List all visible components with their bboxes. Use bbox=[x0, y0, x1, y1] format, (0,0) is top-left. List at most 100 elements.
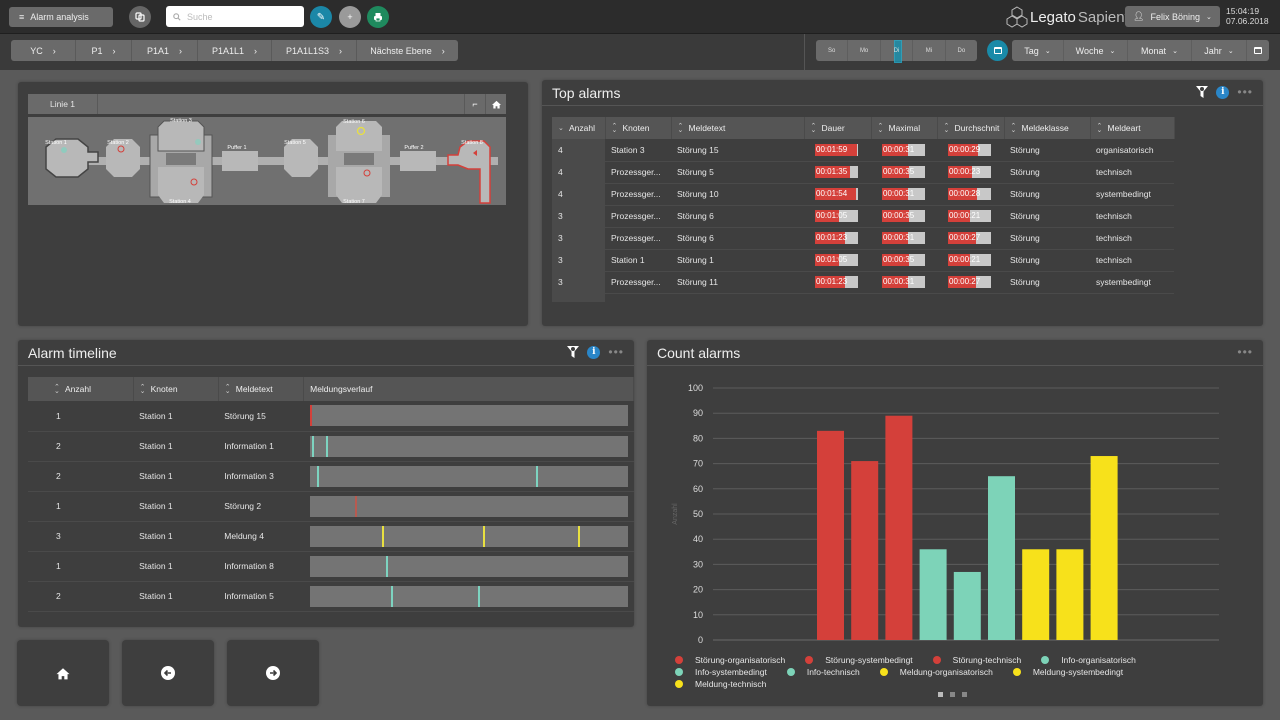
breadcrumb-item[interactable]: P1A1L1 › bbox=[198, 40, 272, 61]
timeline-event-marker[interactable] bbox=[326, 435, 329, 457]
column-header[interactable]: ⌃ ⌄ Meldeart bbox=[1090, 117, 1175, 139]
bar-störung-systembedingt[interactable] bbox=[851, 461, 879, 640]
timeline-event-marker[interactable] bbox=[577, 525, 580, 547]
bar-info-technisch[interactable] bbox=[988, 476, 1015, 640]
more-options-icon[interactable]: ••• bbox=[608, 345, 624, 359]
day-item-selected[interactable]: Di bbox=[881, 40, 914, 63]
period-calendar-button[interactable] bbox=[1247, 40, 1269, 61]
breadcrumb-next-level[interactable]: Nächste Ebene › bbox=[357, 40, 458, 61]
period-year-dropdown[interactable]: Jahr ⌄ bbox=[1192, 40, 1247, 61]
app-menu-button[interactable]: ≡ Alarm analysis bbox=[9, 7, 113, 27]
bar-info-systembedingt[interactable] bbox=[953, 571, 981, 640]
table-row[interactable]: 1 Station 1 Information 8 bbox=[28, 551, 634, 582]
period-day-dropdown[interactable]: Tag ⌄ bbox=[1012, 40, 1064, 61]
table-row[interactable]: 2 Station 1 Information 3 bbox=[28, 461, 634, 492]
pager-dot[interactable] bbox=[938, 692, 943, 697]
timeline-event-marker[interactable] bbox=[385, 555, 388, 577]
buffer-2[interactable] bbox=[400, 151, 436, 171]
edit-button[interactable]: ✎ bbox=[310, 6, 332, 28]
column-header[interactable]: ⌃ ⌄ Maximal bbox=[871, 117, 938, 139]
column-header[interactable]: ⌃ ⌄ Knoten bbox=[605, 117, 672, 139]
search-field[interactable] bbox=[166, 6, 304, 27]
legend-item[interactable]: Meldung-technisch bbox=[675, 678, 766, 689]
column-header[interactable]: ⌃ ⌄ Meldetext bbox=[218, 377, 305, 401]
timeline-event-marker[interactable] bbox=[355, 495, 358, 517]
print-button[interactable] bbox=[367, 6, 389, 28]
table-row[interactable]: 3 Prozessger... Störung 6 00:01:05 00:00:35 0… bbox=[552, 205, 1174, 228]
table-row[interactable]: 2 Station 1 Information 5 bbox=[28, 581, 634, 612]
legend-item[interactable]: Info-organisatorisch bbox=[1041, 654, 1136, 665]
period-week-dropdown[interactable]: Woche ⌄ bbox=[1064, 40, 1128, 61]
table-row[interactable]: 1 Station 1 Störung 2 bbox=[28, 491, 634, 522]
legend-item[interactable]: Meldung-organisatorisch bbox=[879, 666, 993, 677]
timeline-event-marker[interactable] bbox=[310, 405, 313, 427]
bar-meldung-systembedingt[interactable] bbox=[1056, 549, 1084, 640]
column-header[interactable]: ⌃ ⌄ Dauer bbox=[804, 117, 872, 139]
table-row[interactable]: 2 Station 1 Information 1 bbox=[28, 431, 634, 462]
table-row[interactable]: 3 Prozessger... Störung 11 00:01:23 00:00:31… bbox=[552, 271, 1174, 294]
info-icon[interactable]: i bbox=[587, 345, 601, 359]
info-icon[interactable]: i bbox=[1216, 85, 1230, 99]
pager-dot[interactable] bbox=[962, 692, 967, 697]
timeline-event-marker[interactable] bbox=[382, 525, 385, 547]
column-header[interactable]: ⌃ ⌄ Durchschnit bbox=[937, 117, 1005, 139]
timeline-event-marker[interactable] bbox=[316, 465, 319, 487]
calendar-button[interactable] bbox=[987, 40, 1008, 61]
timeline-event-marker[interactable] bbox=[535, 465, 538, 487]
legend-item[interactable]: Störung-technisch bbox=[932, 654, 1021, 665]
bar-meldung-organisatorisch[interactable] bbox=[1022, 549, 1050, 640]
column-header[interactable]: ⌄ Anzahl bbox=[552, 117, 606, 139]
day-item[interactable]: Do bbox=[946, 40, 977, 61]
bar-störung-organisatorisch[interactable] bbox=[817, 430, 844, 640]
legend-item[interactable]: Störung-organisatorisch bbox=[675, 654, 785, 665]
breadcrumb-item[interactable]: YC › bbox=[11, 40, 76, 61]
day-item[interactable]: So bbox=[816, 40, 849, 61]
buffer-1[interactable] bbox=[222, 151, 258, 171]
table-row[interactable]: 4 Prozessger... Störung 10 00:01:54 00:00:31… bbox=[552, 183, 1174, 206]
timeline-event-marker[interactable] bbox=[312, 435, 315, 457]
legend-item[interactable]: Info-systembedingt bbox=[675, 666, 767, 677]
line-tab[interactable]: Linie 1 bbox=[28, 94, 98, 114]
back-button[interactable]: ⌐ bbox=[464, 94, 485, 114]
previous-tile-button[interactable] bbox=[122, 640, 214, 706]
breadcrumb-item[interactable]: P1A1 › bbox=[132, 40, 198, 61]
timeline-event-marker[interactable] bbox=[478, 585, 481, 607]
column-header[interactable]: ⌃ ⌄ Knoten bbox=[133, 377, 219, 401]
day-item[interactable]: Mo bbox=[848, 40, 881, 61]
column-header[interactable]: ⌃ ⌄ Meldeklasse bbox=[1004, 117, 1091, 139]
table-row[interactable]: 4 Station 3 Störung 15 00:01:59 00:00:31 00:0… bbox=[552, 139, 1174, 162]
timeline-event-marker[interactable] bbox=[482, 525, 485, 547]
filter-icon[interactable] bbox=[567, 345, 580, 359]
day-item[interactable]: Mi bbox=[913, 40, 946, 61]
copy-button[interactable] bbox=[129, 6, 151, 28]
more-options-icon[interactable]: ••• bbox=[1237, 85, 1253, 99]
legend-item[interactable]: Störung-systembedingt bbox=[805, 654, 913, 665]
column-header[interactable]: ⌃ ⌄ Anzahl bbox=[28, 377, 134, 401]
station-3-4-group[interactable] bbox=[149, 120, 213, 203]
next-tile-button[interactable] bbox=[227, 640, 319, 706]
add-button[interactable]: + bbox=[339, 6, 361, 28]
home-tile-button[interactable] bbox=[17, 640, 109, 706]
table-row[interactable]: 3 Station 1 Störung 1 00:01:05 00:00:35 00:00… bbox=[552, 249, 1174, 272]
breadcrumb-item[interactable]: P1A1L1S3 › bbox=[272, 40, 357, 61]
legend-item[interactable]: Info-technisch bbox=[786, 666, 860, 677]
station-8[interactable] bbox=[447, 140, 491, 204]
table-row[interactable]: 3 Prozessger... Störung 6 00:01:23 00:00:31 0… bbox=[552, 227, 1174, 250]
pager-dot[interactable] bbox=[950, 692, 955, 697]
bar-störung-technisch[interactable] bbox=[885, 415, 913, 640]
bar-meldung-technisch[interactable] bbox=[1090, 456, 1118, 640]
more-options-icon[interactable]: ••• bbox=[1237, 345, 1253, 359]
column-header[interactable]: ⌃ ⌄ Meldetext bbox=[671, 117, 805, 139]
breadcrumb-item[interactable]: P1 › bbox=[76, 40, 132, 61]
bar-info-organisatorisch[interactable] bbox=[919, 549, 947, 640]
table-row[interactable]: 4 Prozessger... Störung 5 00:01:35 00:00:35 0… bbox=[552, 161, 1174, 184]
legend-item[interactable]: Meldung-systembedingt bbox=[1012, 666, 1123, 677]
table-row[interactable]: 3 Station 1 Meldung 4 bbox=[28, 521, 634, 552]
home-button[interactable] bbox=[485, 94, 506, 114]
search-input[interactable] bbox=[187, 11, 297, 22]
filter-icon[interactable] bbox=[1196, 85, 1209, 99]
user-menu-button[interactable]: 👤︎ Felix Böning ⌄ bbox=[1125, 6, 1220, 27]
timeline-event-marker[interactable] bbox=[391, 585, 394, 607]
period-month-dropdown[interactable]: Monat ⌄ bbox=[1128, 40, 1192, 61]
table-row[interactable]: 1 Station 1 Störung 15 bbox=[28, 401, 634, 432]
